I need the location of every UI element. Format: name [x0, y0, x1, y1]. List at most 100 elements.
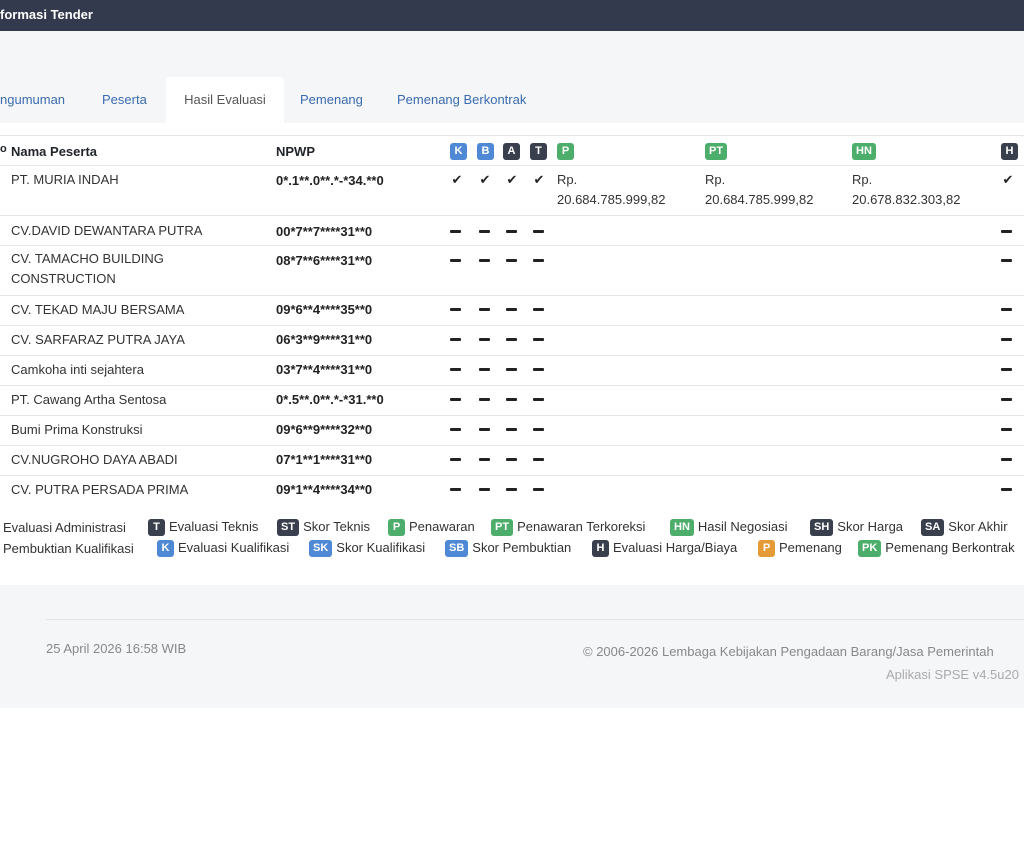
check-icon: ✔: [533, 172, 545, 187]
dash-icon: [450, 338, 461, 341]
legend-badge: SB: [445, 540, 469, 557]
header-badge-b: B: [477, 143, 494, 160]
legend-item: P Pemenang: [758, 540, 842, 557]
footer-app-version: Aplikasi SPSE v4.5u20: [886, 667, 1019, 682]
dash-icon: [533, 458, 544, 461]
legend-label: Hasil Negosiasi: [697, 519, 788, 534]
legend-badge: P: [758, 540, 775, 557]
footer-date: 25 April 2026 16:58 WIB: [46, 641, 187, 656]
row-divider: [0, 445, 1024, 446]
dash-icon: [533, 230, 544, 233]
participant-name: PT. MURIA INDAH: [11, 172, 119, 187]
header-badge-k: K: [450, 143, 467, 160]
legend-item: PT Penawaran Terkoreksi: [491, 519, 645, 536]
participant-npwp: 09*1**4****34**0: [276, 482, 373, 497]
legend-item: Pembuktian Kualifikasi: [3, 541, 134, 556]
legend-badge: SA: [921, 519, 945, 536]
legend-item: SB Skor Pembuktian: [445, 540, 571, 557]
legend-label: Penawaran Terkoreksi: [517, 519, 646, 534]
penawaran-terkoreksi-label: Rp.: [705, 172, 726, 187]
dash-icon: [533, 368, 544, 371]
dash-icon: [506, 488, 517, 491]
dash-icon: [533, 259, 544, 262]
participant-name: CV. TAMACHO BUILDING: [11, 251, 164, 266]
header-badge-hn: HN: [852, 143, 876, 160]
tab-pengumuman[interactable]: ngumuman: [0, 77, 65, 124]
legend-badge: ST: [277, 519, 300, 536]
participant-npwp: 0*.1**.0**.*-*34.**0: [276, 173, 384, 188]
top-navbar: formasi Tender: [0, 0, 1024, 31]
row-divider: [0, 325, 1024, 326]
participant-name: CV. PUTRA PERSADA PRIMA: [11, 482, 189, 497]
dash-icon: [479, 338, 490, 341]
participant-name: CV.DAVID DEWANTARA PUTRA: [11, 223, 203, 238]
table-top-line: [0, 135, 1024, 136]
dash-icon: [479, 428, 490, 431]
legend-label: Skor Kualifikasi: [336, 540, 426, 555]
footer-divider: [46, 619, 1024, 620]
legend-badge: SK: [309, 540, 333, 557]
dash-icon: [1001, 308, 1012, 311]
legend-badge: HN: [670, 519, 694, 536]
legend-badge: SH: [810, 519, 834, 536]
dash-icon: [450, 428, 461, 431]
dash-icon: [1001, 458, 1012, 461]
header-npwp: NPWP: [276, 144, 315, 159]
dash-icon: [479, 368, 490, 371]
dash-icon: [450, 368, 461, 371]
dash-icon: [533, 488, 544, 491]
legend-label: Skor Akhir: [948, 519, 1008, 534]
legend-badge: T: [148, 519, 165, 536]
tab-peserta[interactable]: Peserta: [102, 77, 147, 124]
legend-label: Evaluasi Administrasi: [3, 520, 126, 535]
legend-badge: P: [388, 519, 405, 536]
penawaran-value: 20.684.785.999,82: [557, 192, 666, 207]
participant-npwp: 08*7**6****31**0: [276, 253, 373, 268]
dash-icon: [1001, 428, 1012, 431]
dash-icon: [1001, 488, 1012, 491]
dash-icon: [450, 230, 461, 233]
legend-item: T Evaluasi Teknis: [148, 519, 258, 536]
tab-hasil-evaluasi[interactable]: Hasil Evaluasi: [166, 77, 284, 124]
tab-pemenang[interactable]: Pemenang: [300, 77, 363, 124]
legend-label: Evaluasi Teknis: [169, 519, 259, 534]
participant-npwp: 0*.5**.0**.*-*31.**0: [276, 392, 384, 407]
tab-pemenang-berkontrak[interactable]: Pemenang Berkontrak: [397, 77, 526, 124]
dash-icon: [533, 338, 544, 341]
participant-name-line2: CONSTRUCTION: [11, 271, 116, 286]
row-divider: [0, 355, 1024, 356]
hasil-negosiasi-value: 20.678.832.303,82: [852, 192, 961, 207]
legend-label: Evaluasi Kualifikasi: [178, 540, 290, 555]
legend-label: Pembuktian Kualifikasi: [3, 541, 134, 556]
participant-npwp: 09*6**4****35**0: [276, 302, 373, 317]
participant-npwp: 07*1**1****31**0: [276, 452, 373, 467]
dash-icon: [533, 428, 544, 431]
row-divider: [0, 385, 1024, 386]
legend-item: ST Skor Teknis: [277, 519, 370, 536]
dash-icon: [450, 308, 461, 311]
check-icon: ✔: [451, 172, 463, 187]
participant-name: CV. SARFARAZ PUTRA JAYA: [11, 332, 185, 347]
participant-npwp: 06*3**9****31**0: [276, 332, 373, 347]
header-divider: [0, 165, 1024, 166]
dash-icon: [450, 398, 461, 401]
legend-item: K Evaluasi Kualifikasi: [157, 540, 289, 557]
row-number-header-fragment: o: [0, 143, 7, 155]
row-divider: [0, 475, 1024, 476]
dash-icon: [479, 398, 490, 401]
penawaran-label: Rp.: [557, 172, 578, 187]
participant-npwp: 03*7**4****31**0: [276, 362, 373, 377]
dash-icon: [479, 458, 490, 461]
legend-item: SA Skor Akhir: [921, 519, 1008, 536]
participant-name: Camkoha inti sejahtera: [11, 362, 144, 377]
dash-icon: [1001, 259, 1012, 262]
header-badge-h: H: [1001, 143, 1018, 160]
evaluation-card: o Nama Peserta NPWP K B A T P PT HN H PT…: [0, 123, 1024, 585]
legend-badge: K: [157, 540, 174, 557]
legend-item: Evaluasi Administrasi: [3, 520, 126, 535]
legend-label: Penawaran: [409, 519, 475, 534]
header-badge-t: T: [530, 143, 547, 160]
dash-icon: [533, 308, 544, 311]
row-divider: [0, 415, 1024, 416]
legend-item: SK Skor Kualifikasi: [309, 540, 425, 557]
